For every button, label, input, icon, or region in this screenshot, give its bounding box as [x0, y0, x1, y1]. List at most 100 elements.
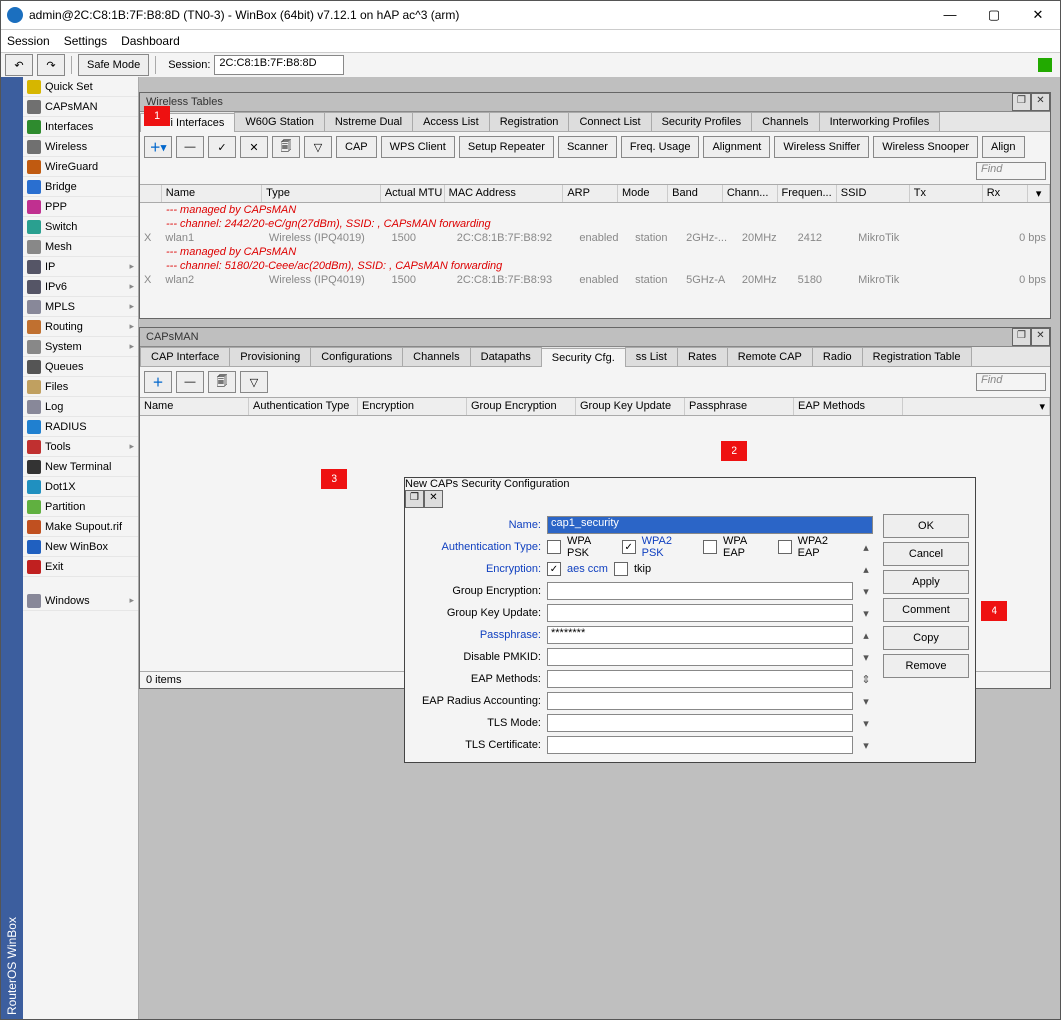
wt-filter-button[interactable]: ▽	[304, 136, 332, 158]
wt-action-button[interactable]: Alignment	[703, 136, 770, 158]
wt-tab[interactable]: Channels	[751, 112, 819, 131]
collapse-icon[interactable]: ▴	[859, 629, 873, 642]
capsman-title[interactable]: CAPsMAN ❐✕	[140, 328, 1050, 347]
cm-tab[interactable]: Provisioning	[229, 347, 311, 366]
chk-tkip[interactable]	[614, 562, 628, 576]
tls-mode-input[interactable]	[547, 714, 853, 732]
spinner-icon[interactable]: ⇕	[859, 673, 873, 686]
redo-button[interactable]: ↷	[37, 54, 65, 76]
eap-radius-input[interactable]	[547, 692, 853, 710]
chk-wpa2-eap[interactable]	[778, 540, 792, 554]
collapse-icon[interactable]: ▴	[859, 541, 873, 554]
wt-col-header[interactable]: Actual MTU	[381, 185, 445, 202]
menu-session[interactable]: Session	[7, 34, 50, 48]
cm-find-input[interactable]: Find	[976, 373, 1046, 391]
wt-col-header[interactable]: SSID	[837, 185, 910, 202]
sidebar-item[interactable]: System▸	[23, 337, 138, 357]
sidebar-item[interactable]: Quick Set	[23, 77, 138, 97]
wt-close-icon[interactable]: ✕	[1031, 93, 1050, 111]
tls-cert-input[interactable]	[547, 736, 853, 754]
chk-wpa2-psk[interactable]	[622, 540, 636, 554]
wt-action-button[interactable]: Scanner	[558, 136, 617, 158]
sidebar-item[interactable]: Wireless	[23, 137, 138, 157]
safe-mode-button[interactable]: Safe Mode	[78, 54, 149, 76]
dlg-close-icon[interactable]: ✕	[424, 490, 443, 508]
dlg-comment-button[interactable]: Comment	[883, 598, 969, 622]
expand-icon[interactable]: ▾	[859, 585, 873, 598]
cm-tab[interactable]: Datapaths	[470, 347, 542, 366]
maximize-button[interactable]: ▢	[972, 1, 1016, 29]
dlg-ok-button[interactable]: OK	[883, 514, 969, 538]
sidebar-item[interactable]: WireGuard	[23, 157, 138, 177]
wt-remove-button[interactable]: —	[176, 136, 204, 158]
wt-tab[interactable]: W60G Station	[234, 112, 324, 131]
sidebar-item[interactable]: Queues	[23, 357, 138, 377]
cm-tab[interactable]: Radio	[812, 347, 863, 366]
disable-pmkid-input[interactable]	[547, 648, 853, 666]
wt-enable-button[interactable]: ✓	[208, 136, 236, 158]
dlg-copy-button[interactable]: Copy	[883, 626, 969, 650]
wireless-tables-title[interactable]: Wireless Tables ❐✕	[140, 93, 1050, 112]
chk-wpa-psk[interactable]	[547, 540, 561, 554]
name-input[interactable]: cap1_security	[547, 516, 873, 534]
expand-icon[interactable]: ▾	[859, 739, 873, 752]
sidebar-item[interactable]: New WinBox	[23, 537, 138, 557]
wt-col-header[interactable]: Tx	[910, 185, 983, 202]
wt-action-button[interactable]: Align	[982, 136, 1024, 158]
cm-tab[interactable]: Remote CAP	[727, 347, 813, 366]
wt-col-header[interactable]: MAC Address	[445, 185, 564, 202]
wt-col-header[interactable]: Name	[162, 185, 262, 202]
cm-col-header[interactable]: ▾	[903, 398, 1050, 415]
cm-filter-button[interactable]: ▽	[240, 371, 268, 393]
chk-wpa-eap[interactable]	[703, 540, 717, 554]
dialog-title[interactable]: New CAPs Security Configuration ❐✕	[405, 478, 975, 508]
cm-col-header[interactable]: Group Encryption	[467, 398, 576, 415]
dlg-cancel-button[interactable]: Cancel	[883, 542, 969, 566]
sidebar-item[interactable]	[23, 577, 138, 591]
sidebar-item[interactable]: Routing▸	[23, 317, 138, 337]
wt-tab[interactable]: Connect List	[568, 112, 651, 131]
cm-tab[interactable]: Security Cfg.	[541, 348, 626, 367]
wt-action-button[interactable]: WPS Client	[381, 136, 455, 158]
wt-tab[interactable]: Security Profiles	[651, 112, 752, 131]
cm-tab[interactable]: Rates	[677, 347, 728, 366]
eap-methods-input[interactable]	[547, 670, 853, 688]
cm-tab[interactable]: Registration Table	[862, 347, 972, 366]
wt-col-header[interactable]: Type	[262, 185, 381, 202]
wt-col-header[interactable]: Band	[668, 185, 723, 202]
dlg-apply-button[interactable]: Apply	[883, 570, 969, 594]
sidebar-item[interactable]: Bridge	[23, 177, 138, 197]
wt-action-button[interactable]: CAP	[336, 136, 377, 158]
wt-disable-button[interactable]: ✕	[240, 136, 268, 158]
cm-remove-button[interactable]: —	[176, 371, 204, 393]
sidebar-item[interactable]: IPv6▸	[23, 277, 138, 297]
wt-action-button[interactable]: Wireless Snooper	[873, 136, 978, 158]
wt-tab[interactable]: Access List	[412, 112, 490, 131]
cm-add-button[interactable]: ＋	[144, 371, 172, 393]
menu-dashboard[interactable]: Dashboard	[121, 34, 180, 48]
sidebar-item[interactable]: Partition	[23, 497, 138, 517]
expand-icon[interactable]: ▾	[859, 717, 873, 730]
wt-col-header[interactable]: ▾	[1028, 185, 1050, 202]
expand-icon[interactable]: ▾	[859, 695, 873, 708]
wt-comment-button[interactable]: 🗐	[272, 136, 300, 158]
cm-tab[interactable]: ss List	[625, 347, 678, 366]
wt-action-button[interactable]: Wireless Sniffer	[774, 136, 869, 158]
passphrase-input[interactable]: ********	[547, 626, 853, 644]
wt-add-button[interactable]: ＋▾	[144, 136, 172, 158]
sidebar-item[interactable]: Log	[23, 397, 138, 417]
cm-close-icon[interactable]: ✕	[1031, 328, 1050, 346]
wt-col-header[interactable]: ARP	[563, 185, 618, 202]
sidebar-item[interactable]: Windows▸	[23, 591, 138, 611]
wt-col-header[interactable]: Rx	[983, 185, 1029, 202]
cm-col-header[interactable]: Passphrase	[685, 398, 794, 415]
menu-settings[interactable]: Settings	[64, 34, 107, 48]
sidebar-item[interactable]: IP▸	[23, 257, 138, 277]
sidebar-item[interactable]: Interfaces	[23, 117, 138, 137]
wt-tab[interactable]: Registration	[489, 112, 570, 131]
cm-col-header[interactable]: Encryption	[358, 398, 467, 415]
sidebar-item[interactable]: Files	[23, 377, 138, 397]
sidebar-item[interactable]: CAPsMAN	[23, 97, 138, 117]
expand-icon[interactable]: ▾	[859, 651, 873, 664]
dlg-remove-button[interactable]: Remove	[883, 654, 969, 678]
